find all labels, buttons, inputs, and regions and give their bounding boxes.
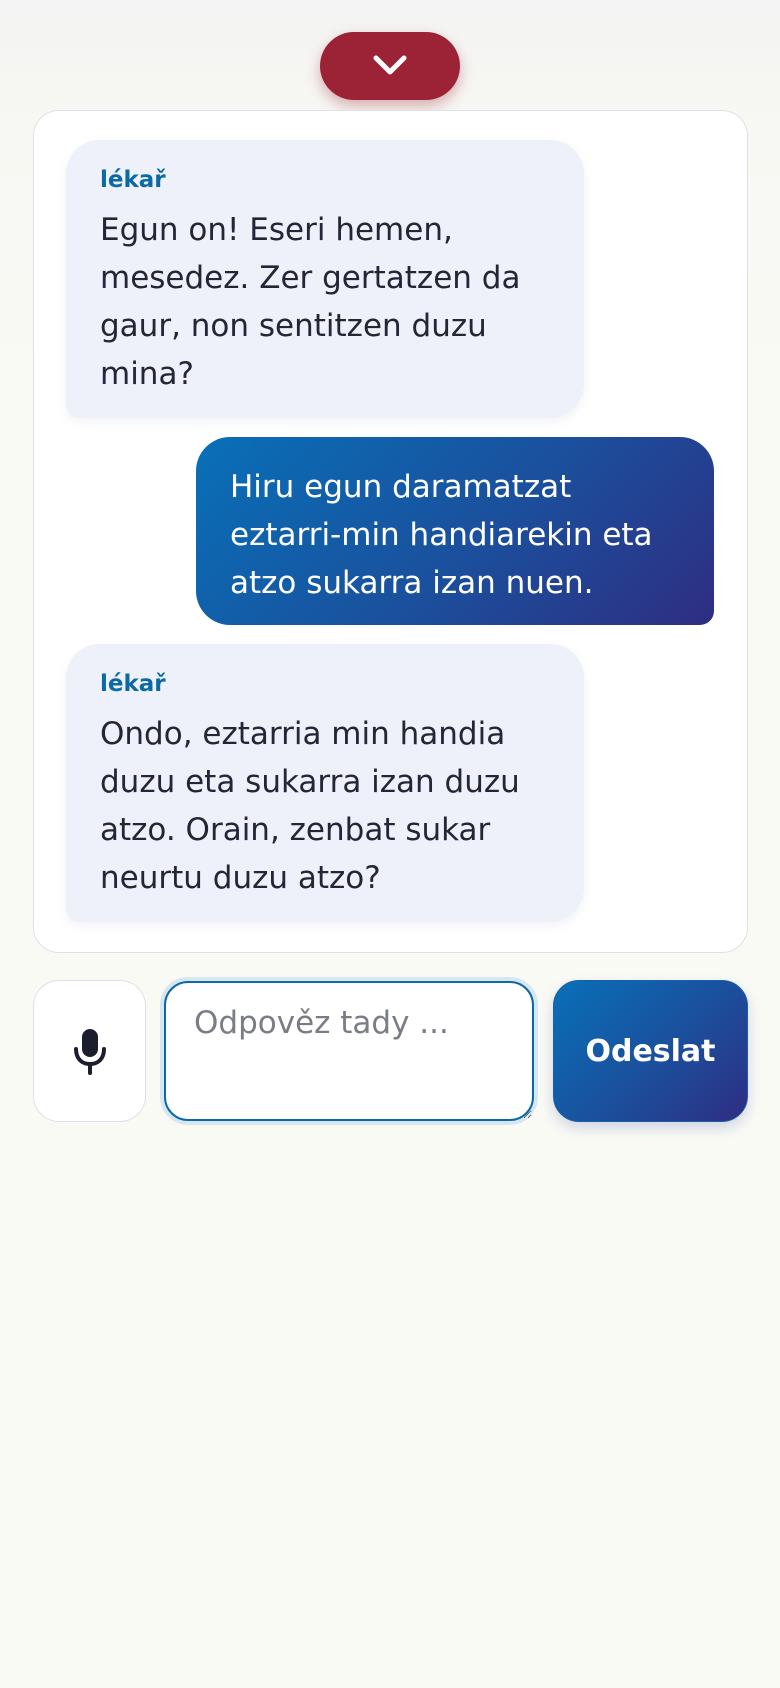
doctor-message: lékař Ondo, eztarria min handia duzu eta… [66,644,584,922]
message-text: Ondo, eztarria min handia duzu eta sukar… [100,716,520,896]
answer-field-wrapper [160,977,538,1125]
message-text: Egun on! Eseri hemen, mesedez. Zer gerta… [100,212,521,392]
message-speaker: lékař [100,671,166,697]
message-speaker: lékař [100,167,166,193]
answer-input[interactable] [164,981,534,1121]
message-text: Hiru egun daramatzat eztarri-min handiar… [230,469,653,601]
chevron-down-icon [373,55,407,75]
chat-page: lékař Egun on! Eseri hemen, mesedez. Zer… [0,0,780,1688]
doctor-message: lékař Egun on! Eseri hemen, mesedez. Zer… [66,140,584,418]
patient-message: Hiru egun daramatzat eztarri-min handiar… [196,437,714,625]
microphone-icon [73,1029,106,1075]
chat-panel: lékař Egun on! Eseri hemen, mesedez. Zer… [33,110,748,953]
collapse-button[interactable] [320,32,460,100]
send-button[interactable]: Odeslat [553,980,748,1122]
microphone-button[interactable] [33,980,146,1122]
